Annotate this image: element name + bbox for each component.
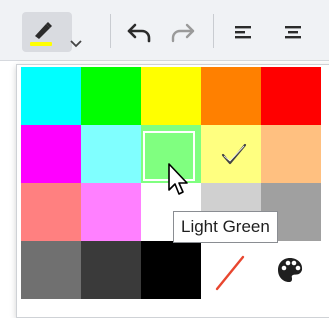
mouse-pointer-icon	[167, 162, 191, 203]
no-color-slash-icon	[213, 253, 249, 298]
redo-icon	[170, 21, 196, 43]
redo-button[interactable]	[166, 14, 200, 50]
color-swatch[interactable]	[141, 241, 201, 299]
color-swatch[interactable]	[81, 241, 141, 299]
align-center-icon	[283, 23, 303, 41]
no-color-button[interactable]	[201, 243, 261, 301]
chevron-down-icon[interactable]	[66, 24, 86, 64]
palette-icon	[275, 255, 305, 290]
align-left-icon	[233, 23, 253, 41]
undo-icon	[126, 21, 152, 43]
toolbar-divider	[213, 14, 214, 48]
color-swatch[interactable]	[141, 67, 201, 125]
toolbar	[0, 0, 329, 61]
align-left-button[interactable]	[226, 14, 260, 50]
undo-button[interactable]	[122, 14, 156, 50]
color-swatch[interactable]	[81, 125, 141, 183]
more-colors-button[interactable]	[261, 243, 321, 301]
color-swatch[interactable]	[261, 67, 321, 125]
color-swatch[interactable]	[81, 183, 141, 241]
highlighter-icon	[32, 20, 54, 40]
color-swatch[interactable]	[81, 67, 141, 125]
color-swatch[interactable]	[201, 67, 261, 125]
color-swatch[interactable]	[21, 67, 81, 125]
toolbar-divider	[110, 14, 111, 48]
highlight-color-button[interactable]	[22, 12, 82, 52]
color-tooltip: Light Green	[173, 211, 278, 243]
check-icon	[215, 135, 255, 175]
color-swatch[interactable]	[21, 241, 81, 299]
color-swatch[interactable]	[21, 125, 81, 183]
highlight-color-swatch	[30, 42, 52, 46]
color-swatch[interactable]	[261, 125, 321, 183]
align-center-button[interactable]	[276, 14, 310, 50]
color-swatch[interactable]	[21, 183, 81, 241]
